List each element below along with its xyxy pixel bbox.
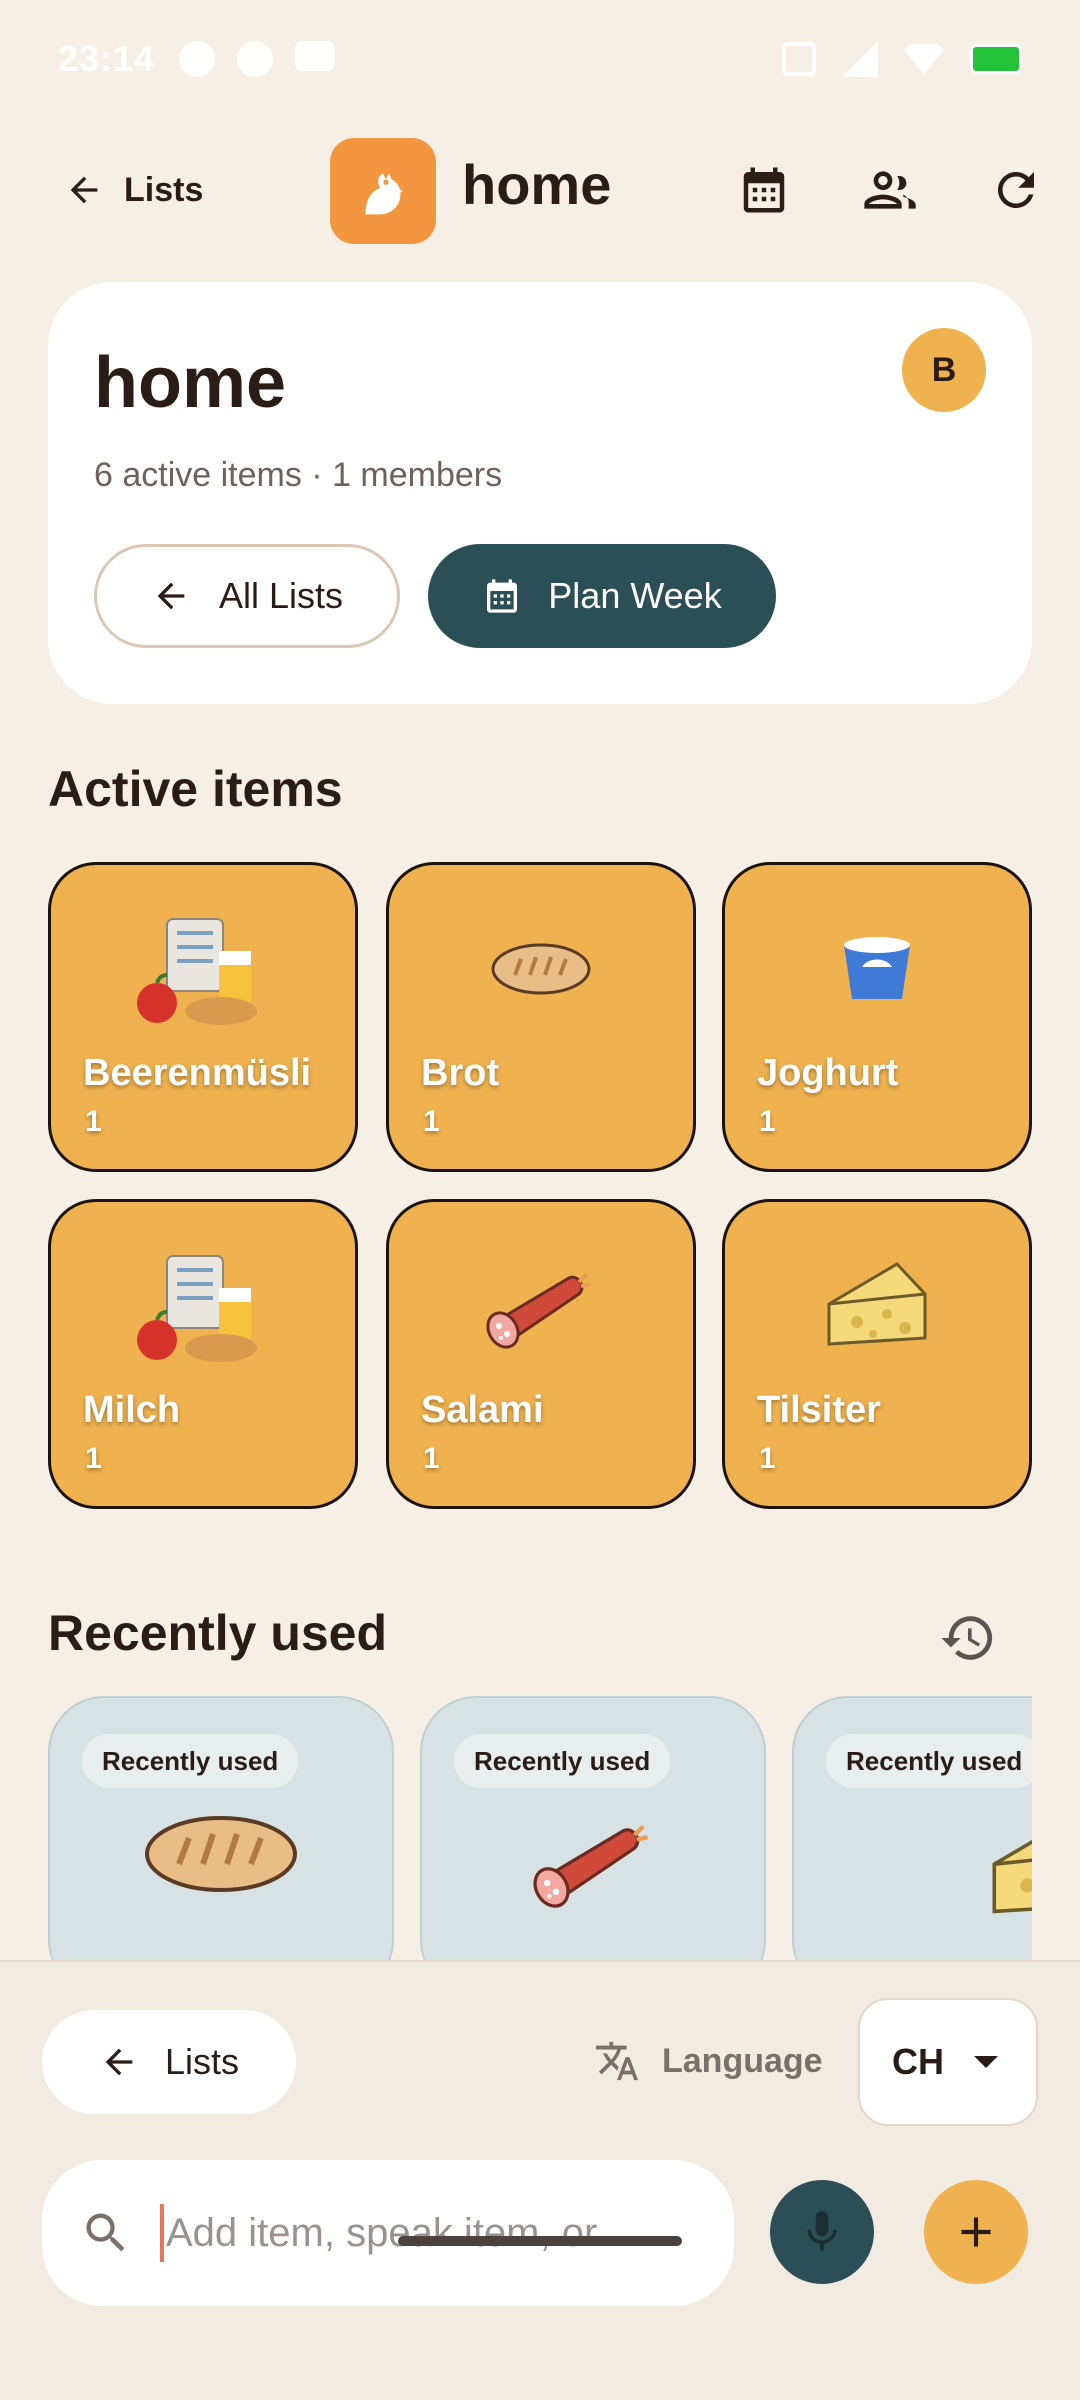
rooster-logo-icon <box>365 173 404 215</box>
active-items-heading: Active items <box>48 761 343 817</box>
item-name: Brot <box>421 1052 500 1094</box>
recent-card[interactable]: Recently used <box>48 1696 394 1960</box>
signal-icon <box>842 41 878 77</box>
mute-icon <box>782 42 816 76</box>
item-tile[interactable]: Beerenmüsli 1 <box>48 862 358 1172</box>
voice-input-button[interactable] <box>770 2180 874 2284</box>
recently-used-row: Recently used Recently used Recently use… <box>48 1696 1032 1960</box>
history-icon <box>941 1616 993 1660</box>
status-bar: 23:14 <box>0 0 1080 118</box>
plan-week-label: Plan Week <box>548 575 722 616</box>
item-name: Joghurt <box>757 1052 899 1094</box>
grocery-generic-icon <box>51 1248 355 1368</box>
recent-card[interactable]: Recently used <box>792 1696 1032 1960</box>
salami-icon <box>389 1248 693 1368</box>
item-tile[interactable]: Brot 1 <box>386 862 696 1172</box>
search-icon <box>86 2213 125 2252</box>
list-header-card: home B 6 active items · 1 members All Li… <box>48 282 1032 704</box>
list-title: home <box>94 343 287 423</box>
translate-icon <box>595 2041 639 2081</box>
item-count: 1 <box>85 1442 102 1475</box>
cheese-icon <box>725 1248 1029 1368</box>
wifi-icon <box>904 44 944 74</box>
plan-week-button[interactable]: Plan Week <box>428 544 776 648</box>
grocery-generic-icon <box>51 911 355 1031</box>
item-name: Beerenmüsli <box>83 1052 312 1094</box>
recent-chip: Recently used <box>454 1734 671 1788</box>
recent-card[interactable]: Recently used <box>420 1696 766 1960</box>
chevron-down-icon <box>974 2056 998 2068</box>
item-count: 1 <box>423 1105 440 1138</box>
all-lists-label: All Lists <box>218 575 344 616</box>
calendar-button[interactable] <box>736 162 792 218</box>
refresh-button[interactable] <box>988 162 1044 218</box>
language-value: CH <box>892 2041 944 2082</box>
lists-button[interactable]: Lists <box>42 2010 296 2114</box>
notification-icons <box>179 41 336 77</box>
chatgpt-notification-icon <box>237 41 274 77</box>
add-item-search-box[interactable] <box>42 2160 734 2306</box>
microphone-icon <box>807 2211 837 2251</box>
recent-chip: Recently used <box>82 1734 299 1788</box>
calendar-icon <box>743 167 785 213</box>
item-count: 1 <box>423 1442 440 1475</box>
calendar-icon <box>487 579 518 613</box>
member-avatar[interactable]: B <box>902 328 986 412</box>
all-lists-button[interactable]: All Lists <box>94 544 400 648</box>
app-logo <box>330 138 436 244</box>
item-count: 1 <box>85 1105 102 1138</box>
item-tile[interactable]: Tilsiter 1 <box>722 1199 1032 1509</box>
arrow-left-icon <box>157 582 185 610</box>
members-button[interactable] <box>862 162 918 218</box>
yogurt-icon <box>725 911 1029 1031</box>
item-name: Tilsiter <box>757 1389 881 1431</box>
people-icon <box>864 171 916 209</box>
item-name: Salami <box>421 1389 544 1431</box>
item-tile[interactable]: Joghurt 1 <box>722 862 1032 1172</box>
refresh-icon <box>997 171 1034 208</box>
bread-icon <box>50 1798 392 1908</box>
top-app-bar: Lists home <box>0 130 1080 250</box>
item-count: 1 <box>759 1105 776 1138</box>
cheese-icon <box>794 1798 1032 1928</box>
app-title: home <box>462 153 612 216</box>
lock-notification-icon <box>179 41 216 77</box>
language-text: Language <box>662 2041 823 2080</box>
language-select[interactable]: CH <box>858 1998 1038 2126</box>
back-to-lists-button[interactable]: Lists <box>64 160 203 220</box>
back-label: Lists <box>124 170 204 209</box>
item-count: 1 <box>759 1442 776 1475</box>
status-time: 23:14 <box>58 38 156 79</box>
list-summary: 6 active items · 1 members <box>94 456 503 494</box>
plus-icon <box>961 2217 991 2247</box>
item-tile[interactable]: Salami 1 <box>386 1199 696 1509</box>
salami-icon <box>422 1798 764 1918</box>
battery-icon <box>970 44 1022 74</box>
add-item-input[interactable] <box>160 2204 680 2262</box>
youtube-notification-icon <box>295 41 336 71</box>
arrow-left-icon <box>70 176 98 204</box>
lists-label: Lists <box>164 2041 240 2082</box>
bread-icon <box>389 911 693 1031</box>
language-label: Language <box>594 2038 823 2084</box>
item-tile[interactable]: Milch 1 <box>48 1199 358 1509</box>
recently-used-heading: Recently used <box>48 1605 388 1661</box>
history-button[interactable] <box>934 1604 1002 1672</box>
bottom-panel: Lists Language CH <box>0 1960 1080 2400</box>
item-name: Milch <box>83 1389 181 1431</box>
home-indicator[interactable] <box>398 2236 682 2246</box>
recent-chip: Recently used <box>826 1734 1032 1788</box>
add-item-button[interactable] <box>924 2180 1028 2284</box>
arrow-left-icon <box>105 2048 133 2076</box>
avatar-letter: B <box>931 350 957 389</box>
system-icons <box>782 41 1022 77</box>
